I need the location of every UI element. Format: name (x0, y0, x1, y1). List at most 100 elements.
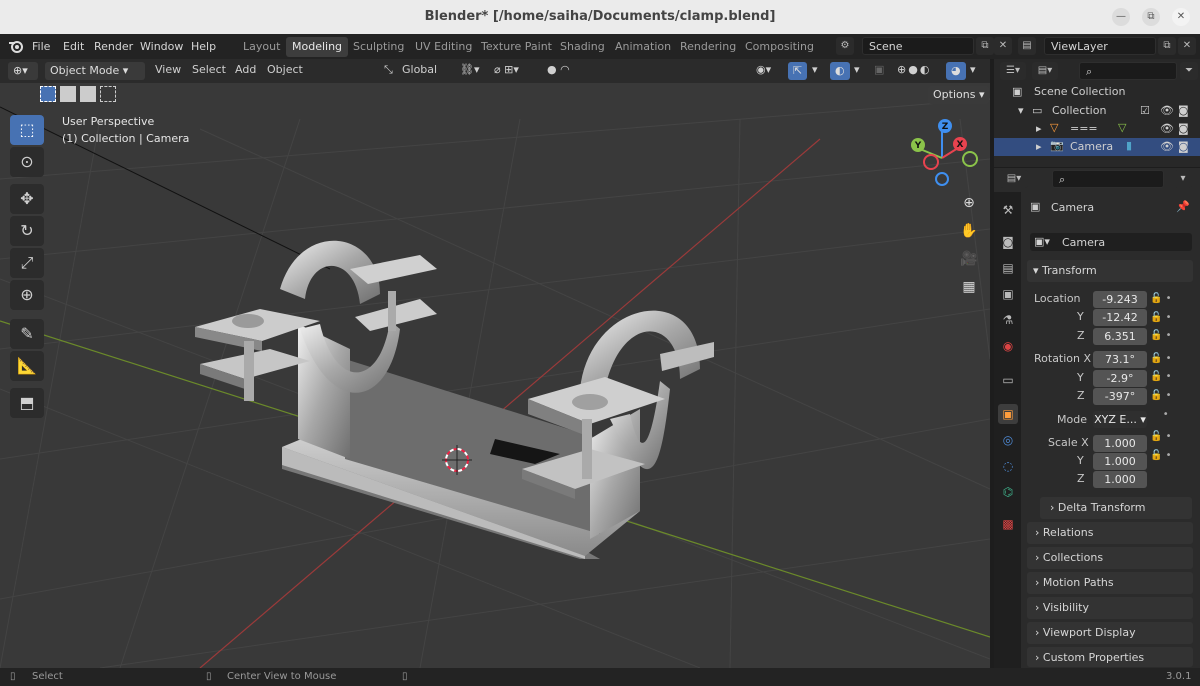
outliner-item-camera[interactable]: ▸ 📷 Camera ▮ 👁 ◙ (994, 138, 1200, 156)
outliner-scene-collection[interactable]: ▣ Scene Collection (994, 83, 1200, 101)
options-dropdown[interactable]: Options ▾ (928, 86, 990, 104)
pan-hand-icon[interactable]: ✋ (957, 219, 981, 243)
menu-window[interactable]: Window (140, 40, 183, 53)
view-layer-tab-icon[interactable]: ▣ (998, 284, 1018, 304)
panel-relations[interactable]: › Relations (1027, 522, 1193, 544)
shading-dropdown[interactable]: ▾ (970, 63, 976, 76)
pivot-icon[interactable]: ⛓▾ (460, 63, 480, 76)
new-viewlayer-icon[interactable]: ⧉ (1158, 37, 1176, 55)
viewport-menu-add[interactable]: Add (235, 63, 256, 76)
world-tab-icon[interactable]: ◉ (998, 336, 1018, 356)
outliner-type-icon[interactable]: ☰▾ (1000, 62, 1026, 80)
tab-shading[interactable]: Shading (560, 40, 605, 53)
lock-icon[interactable]: 🔓 • (1150, 350, 1182, 369)
remove-viewlayer-icon[interactable]: ✕ (1178, 37, 1196, 55)
pin-icon[interactable]: 📌 (1176, 200, 1190, 213)
menu-file[interactable]: File (32, 40, 50, 53)
scene-tab-icon[interactable]: ⚗ (998, 310, 1018, 330)
expand-icon[interactable]: ▸ (1036, 140, 1042, 153)
keyframe-dot[interactable]: • (1150, 406, 1182, 425)
lock-icon[interactable]: 🔓 • (1150, 428, 1182, 447)
annotate-tool[interactable]: ✎ (10, 319, 44, 349)
clamp-model[interactable] (195, 240, 714, 559)
lock-icon[interactable]: 🔓 • (1150, 327, 1182, 346)
blender-logo-icon[interactable] (8, 39, 24, 53)
tab-animation[interactable]: Animation (615, 40, 671, 53)
zoom-icon[interactable]: ⊕ (957, 191, 981, 215)
menu-edit[interactable]: Edit (63, 40, 84, 53)
xray-icon[interactable]: ▣ (874, 63, 884, 76)
overlay-toggle-icon[interactable]: ◐ (830, 62, 850, 80)
minimize-button[interactable]: — (1112, 8, 1130, 26)
render-camera-icon[interactable]: ◙ (1178, 140, 1189, 153)
panel-collections[interactable]: › Collections (1027, 547, 1193, 569)
menu-render[interactable]: Render (94, 40, 133, 53)
panel-custom-properties[interactable]: › Custom Properties (1027, 647, 1193, 667)
editor-type-icon[interactable]: ⊕▾ (8, 62, 38, 80)
object-tab-icon[interactable]: ▣ (998, 404, 1018, 424)
rotation-x-field[interactable]: 73.1° (1093, 351, 1147, 368)
eye-icon[interactable]: 👁 (1160, 122, 1174, 135)
panel-motion-paths[interactable]: › Motion Paths (1027, 572, 1193, 594)
output-tab-icon[interactable]: ▤ (998, 258, 1018, 278)
tab-compositing[interactable]: Compositing (745, 40, 814, 53)
gizmo-toggle-icon[interactable]: ⇱ (788, 62, 808, 80)
expand-icon[interactable]: ▾ (1018, 104, 1024, 117)
eye-icon[interactable]: 👁 (1160, 104, 1174, 117)
lock-icon[interactable]: 🔓 • (1150, 447, 1182, 466)
mode-dropdown[interactable]: Object Mode ▾ (45, 62, 145, 80)
outliner-item-mesh[interactable]: ▸ ▽ === ▽ 👁 ◙ (994, 120, 1200, 138)
object-data-tab-icon[interactable]: ⌬ (998, 482, 1018, 502)
material-preview-icon[interactable]: ◕ (946, 62, 966, 80)
panel-visibility[interactable]: › Visibility (1027, 597, 1193, 619)
tab-sculpting[interactable]: Sculpting (353, 40, 404, 53)
physics-tab-icon[interactable]: ◌ (998, 456, 1018, 476)
collection-tab-icon[interactable]: ▭ (998, 370, 1018, 390)
scale-z-field[interactable]: 1.000 (1093, 471, 1147, 488)
move-tool[interactable]: ✥ (10, 184, 44, 214)
scene-icon[interactable]: ⚙ (836, 37, 854, 55)
location-y-field[interactable]: -12.42 (1093, 309, 1147, 326)
cursor-tool[interactable]: ⊙ (10, 147, 44, 177)
viewlayer-field[interactable]: ViewLayer (1044, 37, 1156, 55)
properties-search-input[interactable]: ⌕ (1052, 170, 1164, 188)
orientation-icon[interactable]: ⤡ (384, 63, 393, 77)
collection-checkbox[interactable]: ☑ (1140, 104, 1150, 117)
orientation-dropdown[interactable]: Global (402, 63, 437, 76)
overlay-dropdown[interactable]: ▾ (854, 63, 860, 76)
new-scene-icon[interactable]: ⧉ (976, 37, 994, 55)
add-cube-tool[interactable]: ⬒ (10, 388, 44, 418)
remove-scene-icon[interactable]: ✕ (994, 37, 1012, 55)
3d-viewport[interactable]: Z X Y ⊕▾ Object Mode ▾ View Select Add O… (0, 59, 990, 668)
perspective-toggle-icon[interactable]: ▦ (957, 275, 981, 299)
lock-icon[interactable]: 🔓 • (1150, 290, 1182, 309)
viewport-canvas[interactable]: Z X Y (0, 59, 990, 668)
panel-viewport-display[interactable]: › Viewport Display (1027, 622, 1193, 644)
outliner-search-input[interactable]: ⌕ (1079, 62, 1177, 80)
display-mode-icon[interactable]: ▤▾ (1032, 62, 1058, 80)
rotation-z-field[interactable]: -397° (1093, 388, 1147, 405)
camera-view-icon[interactable]: 🎥 (957, 247, 981, 271)
viewport-menu-object[interactable]: Object (267, 63, 303, 76)
menu-help[interactable]: Help (191, 40, 216, 53)
transform-panel-header[interactable]: ▾ Transform (1027, 260, 1193, 282)
select-box-tool[interactable]: ⬚ (10, 115, 44, 145)
lock-icon[interactable]: 🔓 • (1150, 368, 1182, 387)
lock-icon[interactable]: 🔓 • (1150, 309, 1182, 328)
properties-type-icon[interactable]: ▤▾ (1000, 170, 1028, 188)
render-camera-icon[interactable]: ◙ (1178, 122, 1189, 135)
rotate-tool[interactable]: ↻ (10, 216, 44, 246)
select-mode-buttons[interactable] (40, 86, 130, 104)
scale-tool[interactable]: ⤢ (10, 248, 44, 278)
select-invert-icon[interactable] (100, 86, 116, 102)
rotation-y-field[interactable]: -2.9° (1093, 370, 1147, 387)
filter-icon[interactable]: ⏷ (1180, 62, 1198, 80)
scene-field[interactable]: Scene (862, 37, 974, 55)
tool-tab-icon[interactable]: ⚒ (998, 200, 1018, 220)
eye-icon[interactable]: 👁 (1160, 140, 1174, 153)
object-name-field[interactable]: ▣▾ Camera (1030, 233, 1192, 251)
viewport-menu-select[interactable]: Select (192, 63, 226, 76)
scale-x-field[interactable]: 1.000 (1093, 435, 1147, 452)
tab-layout[interactable]: Layout (243, 40, 280, 53)
transform-tool[interactable]: ⊕ (10, 280, 44, 310)
